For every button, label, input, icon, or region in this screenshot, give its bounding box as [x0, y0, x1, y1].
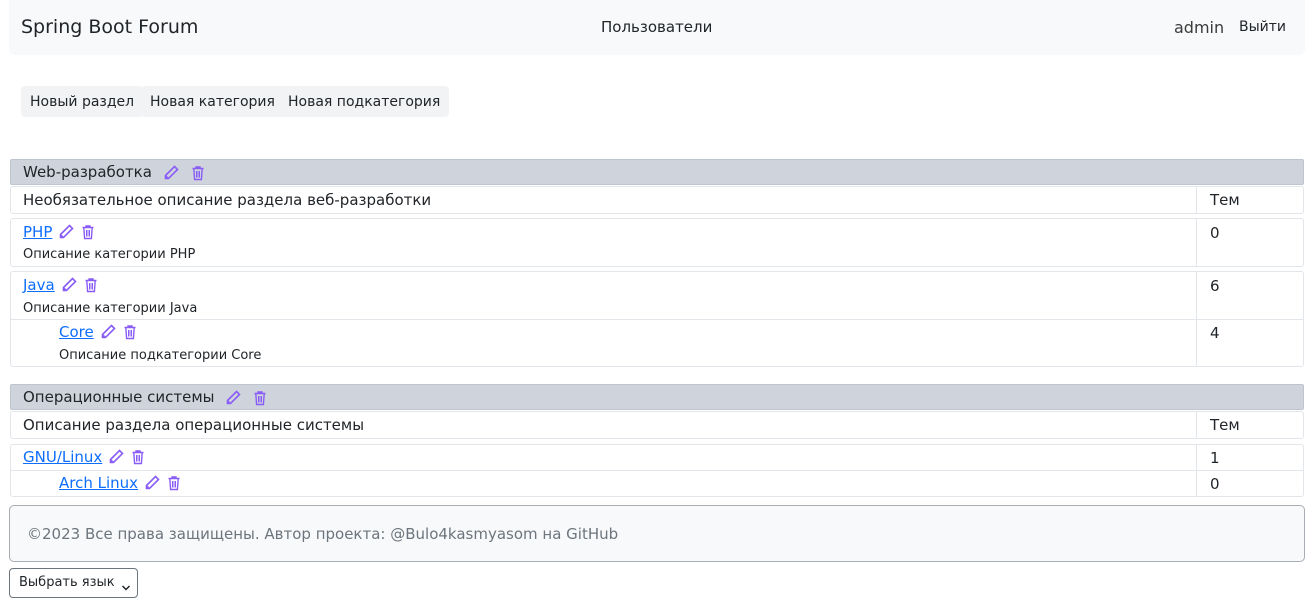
trash-icon[interactable] [83, 277, 99, 293]
trash-icon[interactable] [190, 165, 206, 181]
logout-button[interactable]: Выйти [1239, 19, 1286, 35]
trash-icon[interactable] [130, 449, 146, 465]
section-title: Операционные системы [23, 388, 215, 406]
language-select[interactable]: Выбрать язык [9, 568, 138, 598]
footer: ©2023 Все права защищены. Автор проекта:… [9, 505, 1305, 562]
category-link[interactable]: GNU/Linux [23, 448, 102, 466]
topics-count: 6 [1210, 277, 1220, 295]
pencil-icon[interactable] [100, 324, 116, 340]
topics-count: 0 [1210, 475, 1220, 493]
section-description-row: Необязательное описание раздела веб-разр… [10, 186, 1304, 214]
chevron-down-icon [121, 578, 131, 591]
subcategory-description: Описание подкатегории Core [59, 348, 262, 363]
topics-count: 0 [1210, 224, 1220, 242]
pencil-icon[interactable] [58, 224, 75, 240]
category-row: GNU/Linux 1 Arch Linux 0 [10, 444, 1304, 497]
trash-icon[interactable] [80, 224, 96, 240]
new-category-button[interactable]: Новая категория [141, 86, 284, 117]
trash-icon[interactable] [166, 475, 182, 491]
pencil-icon[interactable] [163, 164, 179, 181]
nav-users-link[interactable]: Пользователи [601, 18, 712, 36]
current-username[interactable]: admin [1174, 18, 1224, 37]
subcategory-link[interactable]: Arch Linux [59, 474, 138, 492]
topics-column-header: Тем [1210, 416, 1240, 434]
topics-column-header: Тем [1210, 191, 1240, 209]
section-title: Web-разработка [23, 163, 152, 181]
category-row: Java Описание категории Java 6 Core Опис… [10, 271, 1304, 367]
pencil-icon[interactable] [61, 277, 77, 293]
new-subcategory-button[interactable]: Новая подкатегория [279, 86, 450, 117]
section-header: Web-разработка [10, 159, 1304, 185]
trash-icon[interactable] [122, 324, 138, 340]
category-link[interactable]: PHP [23, 223, 52, 241]
section-description: Описание раздела операционные системы [23, 416, 365, 434]
topics-count: 1 [1210, 449, 1220, 467]
pencil-icon[interactable] [108, 449, 124, 465]
category-description: Описание категории PHP [23, 247, 196, 262]
category-link[interactable]: Java [23, 276, 55, 294]
section-description-row: Описание раздела операционные системы Те… [10, 411, 1304, 439]
subcategory-link[interactable]: Core [59, 323, 94, 341]
section-header: Операционные системы [10, 384, 1304, 410]
footer-text: ©2023 Все права защищены. Автор проекта:… [27, 525, 619, 543]
section-description: Необязательное описание раздела веб-разр… [23, 191, 432, 209]
trash-icon[interactable] [252, 390, 268, 406]
pencil-icon[interactable] [225, 389, 241, 406]
language-select-value: Выбрать язык [19, 575, 115, 590]
topics-count: 4 [1210, 324, 1220, 342]
category-row: PHP Описание категории PHP 0 [10, 218, 1304, 267]
new-section-button[interactable]: Новый раздел [21, 86, 144, 117]
category-description: Описание категории Java [23, 301, 198, 316]
brand-link[interactable]: Spring Boot Forum [21, 16, 198, 38]
pencil-icon[interactable] [144, 475, 160, 491]
navbar: Spring Boot Forum Пользователи admin Вый… [9, 0, 1305, 55]
